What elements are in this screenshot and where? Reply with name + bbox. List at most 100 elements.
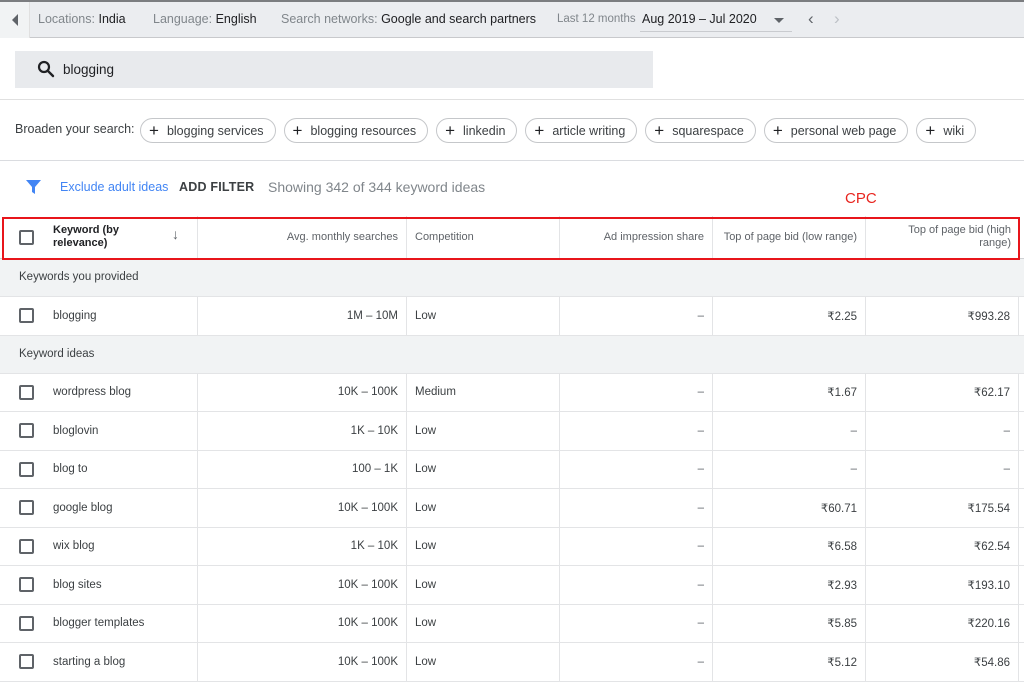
broaden-chips: + blogging services + blogging resources +… (140, 118, 977, 143)
avg-searches-cell: 10K – 100K (198, 604, 407, 642)
language-setting[interactable]: Language: English (153, 12, 257, 26)
keyword-text: google blog (53, 501, 113, 514)
bid-high-cell: ₹54.86 (866, 643, 1019, 681)
column-header-keyword[interactable]: Keyword (by relevance) ↓ (0, 216, 198, 258)
table-row: starting a blog 10K – 100K Low – ₹5.12 ₹… (0, 643, 1024, 682)
impression-share-cell: – (560, 450, 713, 488)
group-title: Keywords you provided (19, 271, 139, 283)
bid-low-cell: ₹5.12 (713, 643, 866, 681)
search-area (0, 38, 1024, 100)
row-checkbox[interactable] (19, 615, 34, 631)
impression-share-cell: – (560, 489, 713, 527)
competition-cell: Low (407, 604, 560, 642)
keyword-text: blog to (53, 463, 88, 476)
search-icon (37, 60, 55, 78)
keyword-text: blog sites (53, 578, 102, 591)
next-period-button[interactable]: › (834, 10, 840, 28)
bid-high-cell: ₹193.10 (866, 566, 1019, 604)
bid-high-cell: – (866, 450, 1019, 488)
collapse-button[interactable] (0, 2, 30, 38)
keyword-text: starting a blog (53, 655, 126, 668)
keyword-text: bloglovin (53, 424, 99, 437)
group-row: Keywords you provided (0, 259, 1024, 297)
broaden-chip[interactable]: + blogging services (140, 118, 276, 143)
broaden-chip[interactable]: + personal web page (763, 118, 909, 143)
column-header-ad-impression-share[interactable]: Ad impression share (560, 216, 713, 258)
avg-searches-cell: 10K – 100K (198, 489, 407, 527)
bid-low-cell: – (713, 412, 866, 450)
impression-share-cell: – (560, 297, 713, 335)
row-checkbox[interactable] (19, 461, 34, 477)
row-checkbox[interactable] (19, 538, 34, 554)
column-header-bid-high[interactable]: Top of page bid (high range) (866, 216, 1019, 258)
avg-searches-cell: 1K – 10K (198, 412, 407, 450)
bid-low-cell: ₹2.93 (713, 566, 866, 604)
keyword-text: wix blog (53, 540, 95, 553)
bid-low-cell: ₹60.71 (713, 489, 866, 527)
results-count: Showing 342 of 344 keyword ideas (268, 179, 486, 195)
group-title: Keyword ideas (19, 347, 95, 360)
impression-share-cell: – (560, 527, 713, 565)
competition-cell: Low (407, 297, 560, 335)
competition-cell: Low (407, 450, 560, 488)
select-all-checkbox[interactable] (19, 229, 34, 245)
table-row: blogger templates 10K – 100K Low – ₹5.85… (0, 604, 1024, 643)
bid-high-cell: ₹62.54 (866, 527, 1019, 565)
column-header-competition[interactable]: Competition (407, 216, 560, 258)
cpc-annotation: CPC (845, 190, 877, 207)
bid-low-cell: – (713, 450, 866, 488)
plus-icon: + (772, 121, 783, 140)
broaden-chip[interactable]: + wiki (916, 118, 977, 143)
exclude-adult-ideas-filter[interactable]: Exclude adult ideas (60, 180, 168, 194)
date-range-select[interactable]: Aug 2019 – Jul 2020 (640, 6, 792, 32)
row-checkbox[interactable] (19, 423, 34, 439)
table-row: blog sites 10K – 100K Low – ₹2.93 ₹193.1… (0, 566, 1024, 605)
avg-searches-cell: 10K – 100K (198, 566, 407, 604)
bid-low-cell: ₹2.25 (713, 297, 866, 335)
bid-low-cell: ₹6.58 (713, 527, 866, 565)
competition-cell: Low (407, 489, 560, 527)
table-row: bloglovin 1K – 10K Low – – – (0, 412, 1024, 451)
avg-searches-cell: 1K – 10K (198, 527, 407, 565)
settings-bar: Locations: India Language: English Searc… (0, 0, 1024, 38)
column-header-bid-low[interactable]: Top of page bid (low range) (713, 216, 866, 258)
row-checkbox[interactable] (19, 308, 34, 324)
add-filter-button[interactable]: ADD FILTER (179, 180, 254, 194)
bid-low-cell: ₹1.67 (713, 373, 866, 411)
bid-high-cell: ₹220.16 (866, 604, 1019, 642)
competition-cell: Low (407, 412, 560, 450)
date-range-value: Aug 2019 – Jul 2020 (642, 12, 757, 26)
broaden-chip[interactable]: + article writing (525, 118, 638, 143)
bid-high-cell: – (866, 412, 1019, 450)
row-checkbox[interactable] (19, 384, 34, 400)
broaden-chip[interactable]: + squarespace (645, 118, 756, 143)
broaden-label: Broaden your search: (15, 122, 135, 136)
bid-high-cell: ₹62.17 (866, 373, 1019, 411)
plus-icon: + (534, 121, 545, 140)
bid-low-cell: ₹5.85 (713, 604, 866, 642)
keyword-search-box[interactable] (15, 51, 653, 88)
locations-setting[interactable]: Locations: India (38, 12, 126, 26)
search-networks-setting[interactable]: Search networks: Google and search partn… (281, 12, 536, 26)
caret-left-icon (11, 14, 18, 26)
broaden-chip[interactable]: + blogging resources (283, 118, 429, 143)
avg-searches-cell: 10K – 100K (198, 643, 407, 681)
filter-icon[interactable] (26, 180, 41, 194)
broaden-chip[interactable]: + linkedin (436, 118, 518, 143)
avg-searches-cell: 1M – 10M (198, 297, 407, 335)
plus-icon: + (925, 121, 936, 140)
group-row: Keyword ideas (0, 335, 1024, 374)
row-checkbox[interactable] (19, 500, 34, 516)
competition-cell: Medium (407, 373, 560, 411)
sort-arrow-down-icon[interactable]: ↓ (172, 227, 179, 241)
impression-share-cell: – (560, 604, 713, 642)
plus-icon: + (654, 121, 665, 140)
column-header-avg-monthly-searches[interactable]: Avg. monthly searches (198, 216, 407, 258)
keyword-search-input[interactable] (63, 51, 623, 88)
row-checkbox[interactable] (19, 577, 34, 593)
previous-period-button[interactable]: ‹ (808, 10, 814, 28)
row-checkbox[interactable] (19, 654, 34, 670)
impression-share-cell: – (560, 643, 713, 681)
impression-share-cell: – (560, 412, 713, 450)
table-row: wordpress blog 10K – 100K Medium – ₹1.67… (0, 373, 1024, 412)
